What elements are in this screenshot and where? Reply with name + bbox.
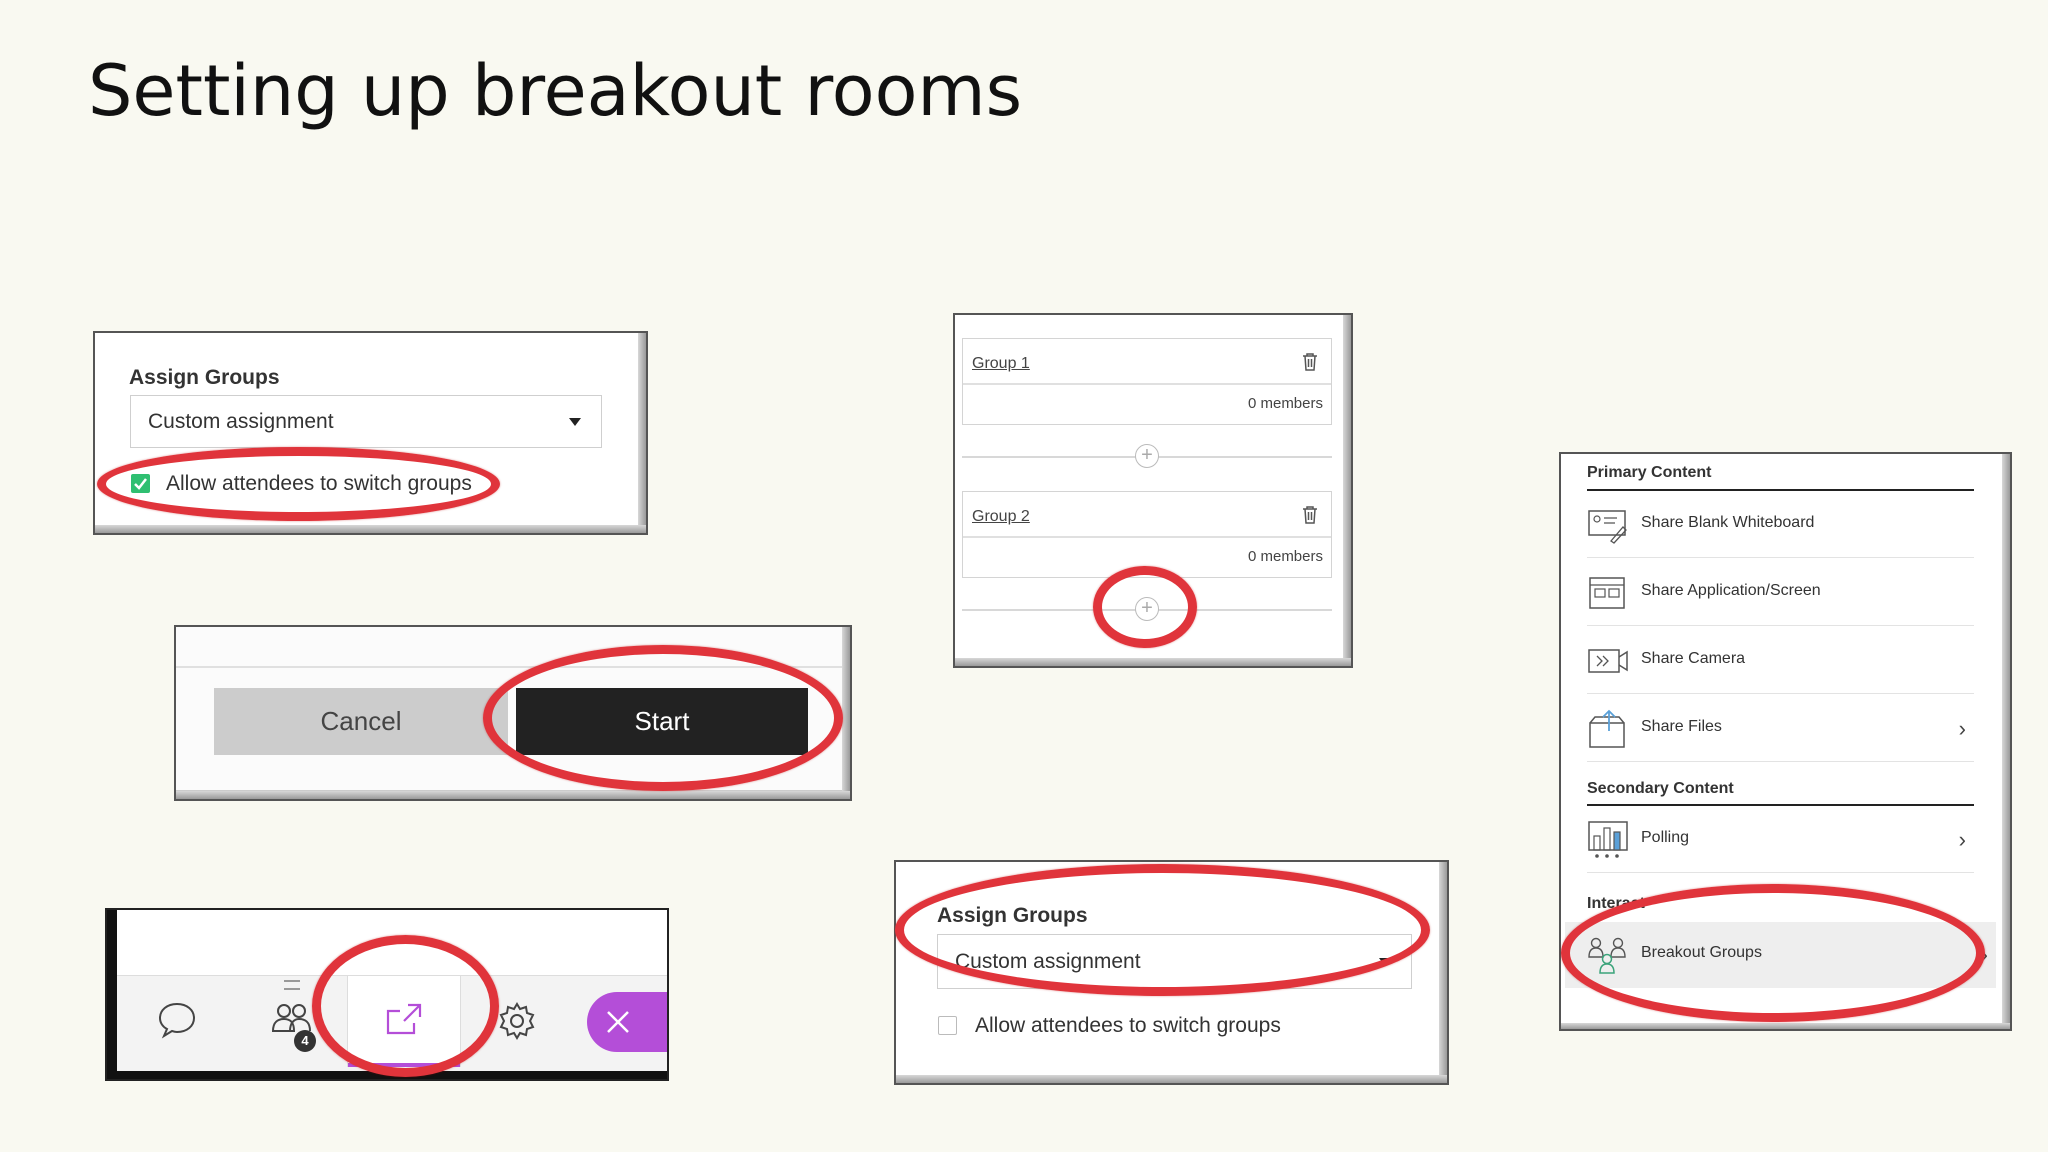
primary-content-heading: Primary Content	[1587, 464, 1712, 481]
chevron-right-icon: ›	[1980, 942, 1988, 967]
group-name-link-2[interactable]: Group 2	[972, 508, 1030, 526]
chevron-right-icon: ›	[1958, 716, 1966, 741]
session-toolbar-panel: 4	[105, 908, 669, 1081]
menu-item-label: Breakout Groups	[1641, 944, 1762, 961]
menu-item-label: Share Camera	[1641, 650, 1746, 667]
menu-item-breakout-groups[interactable]: Breakout Groups ›	[1565, 922, 1996, 988]
group-card-1: Group 1 0 members	[962, 338, 1332, 425]
group-card-2: Group 2 0 members	[962, 491, 1332, 578]
group-name-link-1[interactable]: Group 1	[972, 355, 1030, 373]
menu-item-label: Share Application/Screen	[1641, 582, 1821, 599]
chevron-down-icon	[569, 418, 581, 426]
assignment-select-value: Custom assignment	[148, 409, 334, 433]
interact-heading: Interact	[1587, 895, 1645, 912]
attendees-drag-handle	[284, 980, 300, 990]
screen-icon	[1589, 577, 1625, 609]
settings-icon[interactable]	[497, 1001, 537, 1041]
switch-groups-checkbox[interactable]	[131, 474, 150, 493]
camera-icon	[1588, 649, 1628, 673]
groups-list-panel: Group 1 0 members + Group 2 0 members +	[953, 313, 1353, 668]
menu-item-share-screen[interactable]: Share Application/Screen	[1587, 560, 1974, 626]
share-content-icon	[386, 1003, 422, 1035]
start-breakout-panel: Cancel Start	[174, 625, 852, 801]
attendees-count-badge: 4	[294, 1030, 316, 1052]
share-content-menu-panel: Primary Content Share Blank Whiteboard S…	[1559, 452, 2012, 1031]
start-button[interactable]: Start	[516, 688, 808, 755]
switch-groups-label: Allow attendees to switch groups	[166, 472, 472, 495]
menu-item-share-camera[interactable]: Share Camera	[1587, 628, 1974, 694]
polling-icon	[1588, 821, 1628, 858]
assign-groups-heading: Assign Groups	[129, 366, 280, 389]
menu-item-polling[interactable]: Polling ›	[1587, 807, 1974, 873]
files-icon	[1589, 709, 1625, 748]
assign-groups-heading: Assign Groups	[937, 904, 1088, 927]
whiteboard-icon	[1588, 510, 1627, 544]
assignment-select[interactable]: Custom assignment	[130, 395, 602, 448]
add-group-icon[interactable]: +	[1135, 444, 1159, 468]
menu-item-share-whiteboard[interactable]: Share Blank Whiteboard	[1587, 492, 1974, 558]
secondary-content-heading: Secondary Content	[1587, 780, 1734, 797]
cancel-button[interactable]: Cancel	[214, 688, 508, 755]
assignment-select[interactable]: Custom assignment	[937, 934, 1412, 989]
group-members-count-2: 0 members	[1247, 548, 1323, 565]
switch-groups-label: Allow attendees to switch groups	[975, 1014, 1281, 1037]
breakout-groups-icon	[1588, 937, 1626, 974]
checkmark-icon	[134, 478, 147, 490]
assignment-select-value: Custom assignment	[955, 949, 1141, 973]
menu-item-label: Share Blank Whiteboard	[1641, 514, 1815, 531]
chevron-down-icon	[1379, 958, 1391, 966]
menu-item-label: Polling	[1641, 829, 1690, 846]
menu-item-share-files[interactable]: Share Files ›	[1587, 696, 1974, 762]
slide-title: Setting up breakout rooms	[88, 50, 1023, 132]
group-members-count-1: 0 members	[1247, 395, 1323, 412]
menu-item-label: Share Files	[1641, 718, 1722, 735]
switch-groups-checkbox[interactable]	[938, 1016, 957, 1035]
close-icon	[607, 1011, 629, 1033]
leave-session-button[interactable]	[587, 992, 667, 1052]
assign-groups-panel-unchecked: Assign Groups Custom assignment Allow at…	[894, 860, 1449, 1085]
assign-groups-panel-checked: Assign Groups Custom assignment Allow at…	[93, 331, 648, 535]
add-group-icon[interactable]: +	[1135, 597, 1159, 621]
trash-icon[interactable]	[1301, 352, 1319, 372]
trash-icon[interactable]	[1301, 505, 1319, 525]
chevron-right-icon: ›	[1958, 827, 1966, 852]
chat-icon[interactable]	[157, 1001, 197, 1039]
share-content-tab[interactable]	[347, 976, 461, 1067]
